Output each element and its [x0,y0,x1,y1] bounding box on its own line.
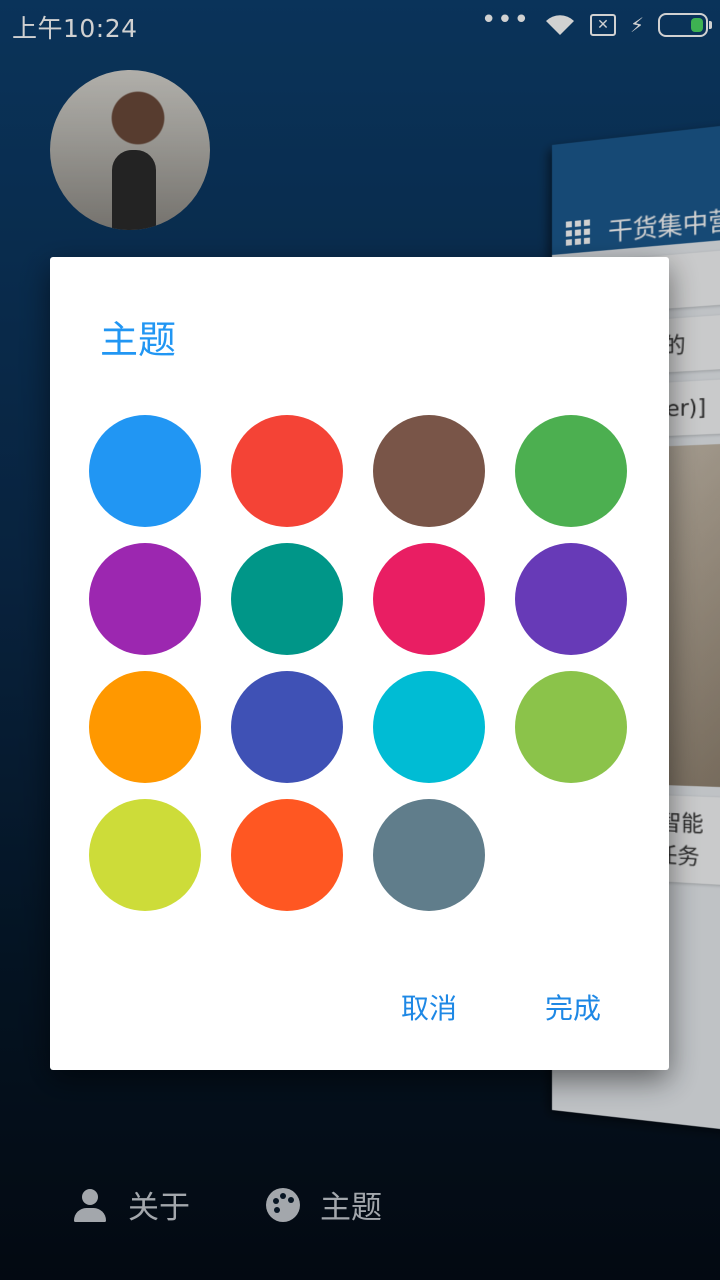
done-button[interactable]: 完成 [545,987,601,1027]
color-swatch-pink[interactable] [373,543,485,655]
color-swatch-indigo[interactable] [231,671,343,783]
cancel-button[interactable]: 取消 [401,987,457,1027]
color-swatch-deep-purple[interactable] [515,543,627,655]
color-swatch-red[interactable] [231,415,343,527]
dialog-title: 主题 [100,318,177,362]
color-swatch-green[interactable] [515,415,627,527]
color-swatch-deep-orange[interactable] [231,799,343,911]
color-swatch-cyan[interactable] [373,671,485,783]
theme-dialog: 主题 取消 完成 [50,257,669,1070]
color-swatch-purple[interactable] [89,543,201,655]
color-swatch-lime[interactable] [89,799,201,911]
color-swatch-teal[interactable] [231,543,343,655]
color-swatch-orange[interactable] [89,671,201,783]
color-swatch-blue[interactable] [89,415,201,527]
color-swatch-light-green[interactable] [515,671,627,783]
color-swatch-blue-grey[interactable] [373,799,485,911]
color-swatch-brown[interactable] [373,415,485,527]
